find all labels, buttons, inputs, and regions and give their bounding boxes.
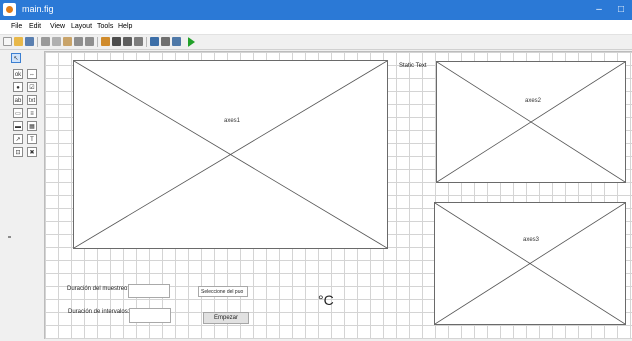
axes3[interactable]: axes3 [434,202,626,325]
undo-icon[interactable] [74,37,83,46]
maximize-button[interactable]: □ [610,0,632,20]
axes-icon[interactable]: ↗ [13,134,23,144]
sampling-duration-label[interactable]: Duración del muestreo: [67,286,129,292]
toolbar [0,35,632,50]
paste-icon[interactable] [63,37,72,46]
axes3-tag: axes3 [523,237,540,243]
temperature-unit-label[interactable]: °C [318,292,334,308]
axes2[interactable]: axes2 [436,61,626,183]
edit-text-icon[interactable]: ab [13,95,23,105]
port-select-value: Seleccione del puo [201,289,244,295]
start-button-label: Empezar [213,315,238,321]
menu-editor-icon[interactable] [112,37,121,46]
toolbar-separator [146,37,147,47]
button-group-icon[interactable]: ⊡ [13,147,23,157]
panel-icon[interactable]: T [27,134,37,144]
toolbar-separator [37,37,38,47]
toggle-button-icon[interactable]: ▬ [13,121,23,131]
toolbar-editor-icon[interactable] [134,37,143,46]
object-browser-icon[interactable] [172,37,181,46]
popup-menu-icon[interactable]: ▭ [13,108,23,118]
copy-icon[interactable] [52,37,61,46]
menu-view[interactable]: View [50,23,65,30]
axes1-placeholder-icon [74,61,387,248]
interval-duration-field[interactable] [129,308,171,323]
menu-file[interactable]: File [11,23,22,30]
menu-layout[interactable]: Layout [71,23,92,30]
start-button[interactable]: Empezar [203,312,249,324]
run-icon[interactable] [188,37,195,47]
redo-icon[interactable] [85,37,94,46]
matlab-app-icon [3,3,16,16]
axes3-placeholder-icon [435,203,625,324]
menu-edit[interactable]: Edit [29,23,41,30]
table-icon[interactable]: ▦ [27,121,37,131]
new-icon[interactable] [3,37,12,46]
listbox-icon[interactable]: ≡ [27,108,37,118]
port-select-dropdown[interactable]: Seleccione del puo [198,286,248,297]
radio-button-icon[interactable]: ● [13,82,23,92]
sampling-duration-field[interactable] [128,284,170,298]
static-text-label[interactable]: Static Text [399,63,427,69]
resize-marker [8,236,11,238]
align-icon[interactable] [101,37,110,46]
activex-icon[interactable]: ✖ [27,147,37,157]
axes2-tag: axes2 [525,98,542,104]
menu-bar: File Edit View Layout Tools Help [0,20,632,35]
axes1[interactable]: axes1 [73,60,388,249]
checkbox-icon[interactable]: ☑ [27,82,37,92]
axes1-tag: axes1 [224,118,241,124]
component-palette: ↖ ok ⇔ ● ☑ ab txt ▭ ≡ ▬ ▦ ↗ T ⊡ ✖ [9,51,41,157]
minimize-button[interactable]: – [588,0,610,20]
layout-canvas[interactable]: axes1 Static Text axes2 axes3 Duración d… [44,51,632,339]
slider-icon[interactable]: ⇔ [27,69,37,79]
menu-help[interactable]: Help [118,23,132,30]
save-icon[interactable] [25,37,34,46]
menu-tools[interactable]: Tools [97,23,113,30]
open-icon[interactable] [14,37,23,46]
select-arrow-icon[interactable]: ↖ [11,53,21,63]
tab-order-icon[interactable] [123,37,132,46]
mfile-editor-icon[interactable] [150,37,159,46]
interval-duration-label[interactable]: Duración de intervalos: [68,309,129,315]
toolbar-separator [97,37,98,47]
title-bar: main.fig – □ [0,0,632,20]
property-inspector-icon[interactable] [161,37,170,46]
window-title: main.fig [22,4,54,14]
static-text-icon[interactable]: txt [27,95,37,105]
push-button-icon[interactable]: ok [13,69,23,79]
cut-icon[interactable] [41,37,50,46]
axes2-placeholder-icon [437,62,625,182]
